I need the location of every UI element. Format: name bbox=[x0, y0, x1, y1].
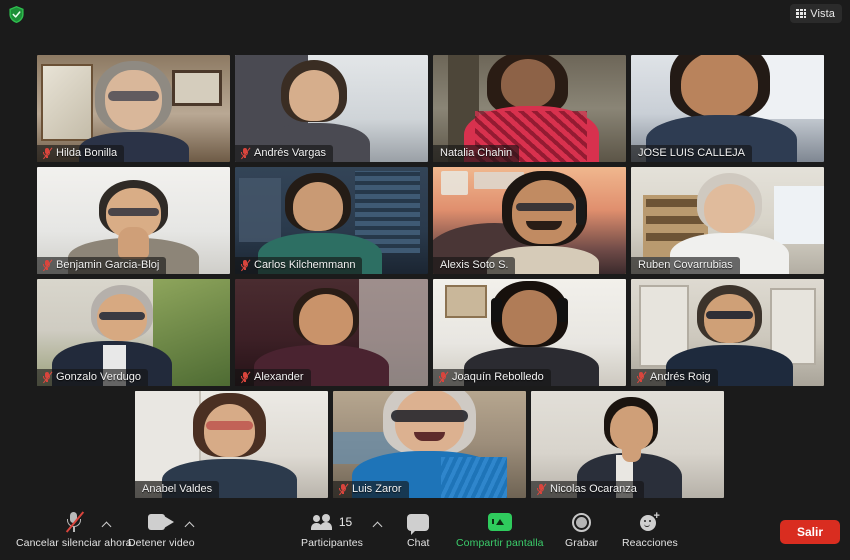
grid-icon bbox=[796, 8, 807, 19]
gallery-row: Anabel Valdes Luis Zaror Nicolas Ocaranz… bbox=[135, 391, 724, 498]
name-plate: Carlos Kilchemmann bbox=[235, 257, 363, 274]
participant-name: Alexander bbox=[254, 371, 304, 383]
mute-button-label: Cancelar silenciar ahora bbox=[16, 537, 132, 549]
participant-tile[interactable]: Benjamin Garcia-Bloj bbox=[37, 167, 230, 274]
participant-tile[interactable]: Gonzalo Verdugo bbox=[37, 279, 230, 386]
leave-button[interactable]: Salir bbox=[779, 520, 840, 544]
share-screen-icon bbox=[487, 510, 512, 534]
participant-name: Gonzalo Verdugo bbox=[56, 371, 142, 383]
share-screen-button-label: Compartir pantalla bbox=[456, 537, 544, 549]
view-button-label: Vista bbox=[810, 7, 835, 20]
name-plate: Nicolas Ocaranza bbox=[531, 481, 644, 498]
share-screen-button[interactable]: Compartir pantalla bbox=[456, 510, 544, 549]
mic-muted-icon bbox=[438, 371, 449, 383]
participant-tile[interactable]: Nicolas Ocaranza bbox=[531, 391, 724, 498]
participant-name: Carlos Kilchemmann bbox=[254, 259, 356, 271]
participant-name: Anabel Valdes bbox=[142, 483, 213, 495]
name-plate: Benjamin Garcia-Bloj bbox=[37, 257, 167, 274]
encryption-shield-icon[interactable] bbox=[8, 5, 25, 24]
mute-options-chevron-icon[interactable] bbox=[103, 521, 112, 530]
participant-name: Nicolas Ocaranza bbox=[550, 483, 637, 495]
meeting-toolbar: Cancelar silenciar ahora Detener video 1… bbox=[0, 504, 850, 560]
smiley-plus-icon: + bbox=[639, 510, 661, 534]
chat-button-label: Chat bbox=[407, 537, 430, 549]
mic-muted-icon bbox=[42, 147, 53, 159]
name-plate: Alexis Soto S. bbox=[433, 257, 516, 274]
mic-muted-icon bbox=[240, 371, 251, 383]
participant-tile[interactable]: Natalia Chahin bbox=[433, 55, 626, 162]
mic-muted-icon bbox=[42, 259, 53, 271]
participant-name: Andrés Vargas bbox=[254, 147, 326, 159]
name-plate: Andrés Vargas bbox=[235, 145, 333, 162]
video-button[interactable]: Detener video bbox=[128, 510, 195, 549]
mic-muted-icon bbox=[42, 371, 53, 383]
participant-tile[interactable]: Andrés Roig bbox=[631, 279, 824, 386]
participant-tile[interactable]: Alexander bbox=[235, 279, 428, 386]
participant-tile[interactable]: Andrés Vargas bbox=[235, 55, 428, 162]
participant-name: Alexis Soto S. bbox=[440, 259, 509, 271]
participant-tile[interactable]: Carlos Kilchemmann bbox=[235, 167, 428, 274]
video-gallery: Hilda Bonilla Andrés Vargas Natalia Chah… bbox=[0, 46, 850, 504]
participant-name: Luis Zaror bbox=[352, 483, 402, 495]
mic-muted-icon bbox=[240, 147, 251, 159]
camera-icon bbox=[148, 510, 175, 534]
name-plate: Hilda Bonilla bbox=[37, 145, 125, 162]
gallery-row: Benjamin Garcia-Bloj Carlos Kilchemmann bbox=[37, 167, 824, 274]
participants-count: 15 bbox=[338, 515, 353, 529]
video-button-label: Detener video bbox=[128, 537, 195, 549]
participant-tile[interactable]: Luis Zaror bbox=[333, 391, 526, 498]
participants-button-label: Participantes bbox=[301, 537, 363, 549]
record-button[interactable]: Grabar bbox=[565, 510, 598, 549]
reactions-button[interactable]: + Reacciones bbox=[622, 510, 678, 550]
participants-options-chevron-icon[interactable] bbox=[374, 521, 383, 530]
gallery-row: Hilda Bonilla Andrés Vargas Natalia Chah… bbox=[37, 55, 824, 162]
participant-tile-active-speaker[interactable]: Alexis Soto S. bbox=[433, 167, 626, 274]
name-plate: Natalia Chahin bbox=[433, 145, 520, 162]
chat-bubble-icon bbox=[407, 510, 430, 535]
name-plate: Andrés Roig bbox=[631, 369, 718, 386]
name-plate: JOSE LUIS CALLEJA bbox=[631, 145, 752, 162]
name-plate: Ruben Covarrubias bbox=[631, 257, 740, 274]
participant-name: Andrés Roig bbox=[650, 371, 711, 383]
reactions-button-label: Reacciones bbox=[622, 537, 678, 549]
record-button-label: Grabar bbox=[565, 537, 599, 549]
view-button[interactable]: Vista bbox=[790, 4, 842, 23]
participants-button[interactable]: 15 Participantes bbox=[301, 510, 363, 549]
name-plate: Gonzalo Verdugo bbox=[37, 369, 149, 386]
participant-tile[interactable]: JOSE LUIS CALLEJA bbox=[631, 55, 824, 162]
mute-button[interactable]: Cancelar silenciar ahora bbox=[16, 510, 132, 549]
participant-name: Benjamin Garcia-Bloj bbox=[56, 259, 160, 271]
gallery-row: Gonzalo Verdugo Alexander Joaquín Reboll… bbox=[37, 279, 824, 386]
zoom-meeting-window: Vista Hilda Bonilla Andrés Vargas Natali… bbox=[0, 0, 850, 560]
participant-tile[interactable]: Joaquín Rebolledo bbox=[433, 279, 626, 386]
participant-tile[interactable]: Ruben Covarrubias bbox=[631, 167, 824, 274]
mic-muted-icon bbox=[536, 483, 547, 495]
chat-button[interactable]: Chat bbox=[407, 510, 430, 549]
name-plate: Luis Zaror bbox=[333, 481, 409, 498]
participant-name: JOSE LUIS CALLEJA bbox=[638, 147, 745, 159]
mic-muted-icon bbox=[338, 483, 349, 495]
top-bar: Vista bbox=[0, 0, 850, 46]
participant-name: Joaquín Rebolledo bbox=[452, 371, 544, 383]
people-icon: 15 bbox=[310, 510, 353, 534]
name-plate: Anabel Valdes bbox=[135, 481, 220, 498]
mic-muted-icon bbox=[64, 510, 84, 534]
participant-name: Hilda Bonilla bbox=[56, 147, 118, 159]
name-plate: Alexander bbox=[235, 369, 311, 386]
mic-muted-icon bbox=[240, 259, 251, 271]
participant-name: Natalia Chahin bbox=[440, 147, 513, 159]
video-options-chevron-icon[interactable] bbox=[186, 521, 195, 530]
mic-muted-icon bbox=[636, 371, 647, 383]
participant-name: Ruben Covarrubias bbox=[638, 259, 733, 271]
participant-tile[interactable]: Anabel Valdes bbox=[135, 391, 328, 498]
participant-tile[interactable]: Hilda Bonilla bbox=[37, 55, 230, 162]
record-circle-icon bbox=[572, 510, 592, 534]
name-plate: Joaquín Rebolledo bbox=[433, 369, 551, 386]
